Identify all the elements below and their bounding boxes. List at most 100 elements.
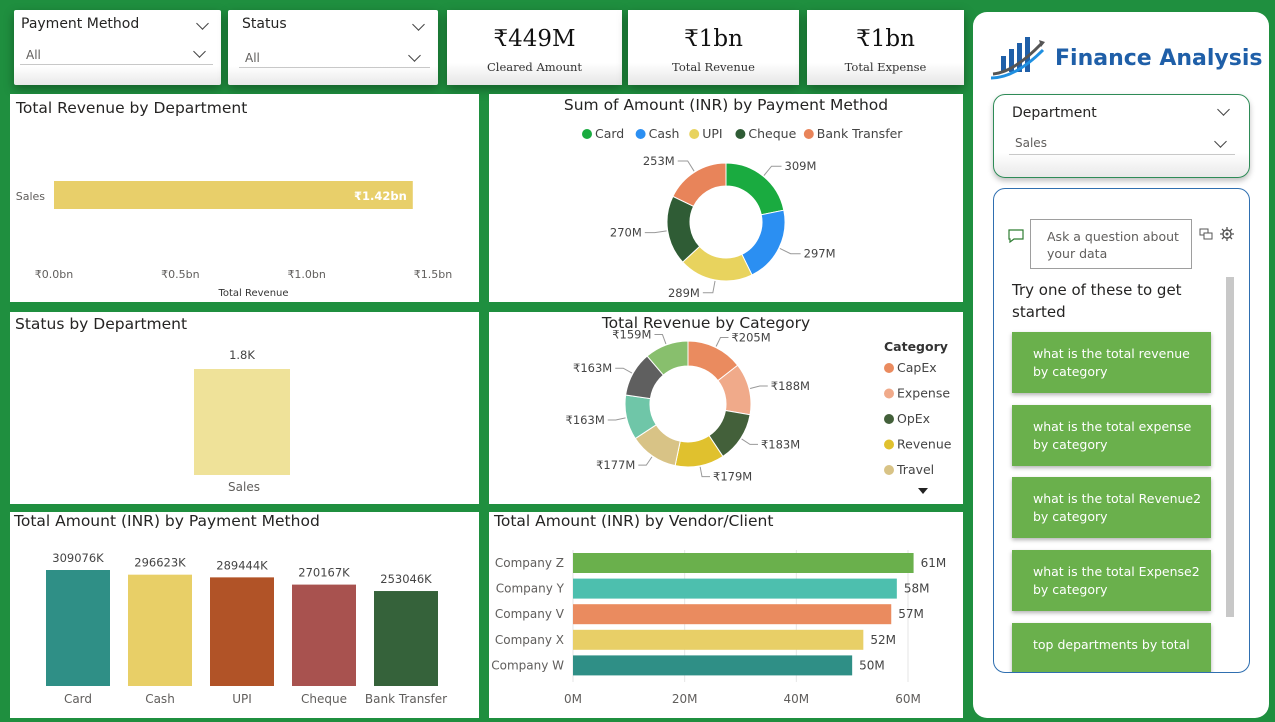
x-tick-label: 20M [672, 692, 698, 706]
legend-label: Revenue [897, 437, 952, 452]
gear-icon[interactable] [1220, 227, 1234, 241]
data-label: 52M [870, 633, 896, 647]
leader-line [702, 280, 716, 294]
chart-canvas: 1.8K Sales [194, 348, 290, 494]
chevron-down-icon[interactable] [196, 17, 209, 30]
data-label: ₹1.42bn [354, 189, 407, 203]
kpi-total-expense: ₹1bn Total Expense [807, 10, 964, 85]
chat-icon [1008, 229, 1024, 243]
data-label: 270167K [298, 566, 350, 580]
suggestion-button[interactable]: top departments by total [1012, 623, 1211, 672]
chart-title: Status by Department [15, 315, 188, 333]
legend-marker [803, 129, 814, 139]
qa-question-input[interactable]: Ask a question about your data [1030, 219, 1192, 269]
chevron-down-icon[interactable] [1217, 103, 1230, 116]
data-label: 289444K [216, 558, 268, 572]
data-label: 61M [921, 556, 947, 570]
qa-placeholder-line: your data [1047, 246, 1108, 261]
status-slicer-label: Status [242, 16, 287, 32]
scrollbar[interactable] [1226, 277, 1234, 617]
donut-slice [672, 162, 727, 208]
chart-status-by-department[interactable]: Status by Department 1.8K Sales [10, 312, 479, 504]
convert-visual-icon[interactable] [1199, 227, 1213, 241]
y-category-label: Company V [495, 607, 565, 621]
x-tick-label: 40M [784, 692, 810, 706]
department-dropdown[interactable]: Sales [1009, 133, 1235, 155]
x-tick-label: ₹0.5bn [161, 268, 199, 281]
y-category-label: Company Y [496, 582, 565, 596]
y-category-label: Company W [491, 658, 564, 672]
legend-scroll-down-icon [918, 488, 928, 494]
leader-line [741, 438, 758, 445]
qa-visual: Ask a question about your data Try one o… [993, 188, 1250, 673]
chart-amount-by-payment-donut[interactable]: Sum of Amount (INR) by Payment Method Ca… [489, 94, 963, 302]
chart-revenue-by-category[interactable]: Total Revenue by Category ₹205M ₹188M ₹183… [489, 312, 963, 504]
suggestion-line: by category [1033, 509, 1108, 524]
chart-canvas: 0M 20M 40M 60M Company Z 61M Company Y 58M Compa… [491, 550, 947, 706]
suggestion-line: what is the total revenue [1033, 346, 1190, 361]
suggestion-button[interactable]: what is the total Expense2 by category [1012, 550, 1211, 611]
payment-method-slicer[interactable]: Payment Method All [14, 10, 221, 85]
legend-marker [635, 129, 646, 139]
kpi-cleared-amount: ₹449M Cleared Amount [447, 10, 622, 85]
department-slicer-label: Department [1012, 105, 1097, 121]
legend-marker [689, 129, 700, 139]
chart-canvas: ₹205M₹188M₹183M₹179M₹177M₹163M₹163M₹159M… [566, 328, 952, 494]
kpi-label: Cleared Amount [486, 60, 583, 74]
status-slicer[interactable]: Status All [228, 10, 438, 85]
leader-line [644, 230, 667, 234]
chart-canvas: Card Cash UPI Cheque Bank Transfer 309M 297M 28… [582, 126, 903, 300]
data-label: 309076K [52, 551, 104, 565]
app-title: Finance Analysis [1055, 46, 1263, 71]
bar [573, 604, 892, 625]
x-category-label: Cheque [301, 692, 347, 706]
chart-amount-by-payment-bar[interactable]: Total Amount (INR) by Payment Method 309… [10, 512, 479, 718]
chart-title: Total Revenue by Department [16, 99, 248, 117]
data-label: ₹163M [573, 361, 612, 375]
chevron-down-icon[interactable] [412, 18, 425, 31]
leader-line [763, 165, 782, 176]
chart-title: Sum of Amount (INR) by Payment Method [563, 96, 889, 114]
suggestion-line: top departments by total [1033, 637, 1190, 652]
legend-marker [884, 439, 894, 450]
suggestion-line: what is the total Revenue2 [1033, 491, 1202, 506]
chart-title: Total Amount (INR) by Payment Method [14, 512, 320, 530]
y-category-label: Sales [16, 190, 46, 203]
leader-line [715, 337, 729, 347]
data-label: 309M [785, 159, 817, 173]
data-label: ₹179M [713, 470, 752, 484]
suggestion-button[interactable]: what is the total expense by category [1012, 405, 1211, 466]
x-tick-label: ₹1.0bn [287, 268, 325, 281]
data-label: 253M [643, 154, 675, 168]
legend-label: CapEx [897, 360, 937, 375]
status-dropdown[interactable]: All [239, 46, 430, 68]
department-slicer[interactable]: Department Sales [993, 94, 1250, 178]
payment-method-slicer-label: Payment Method [21, 16, 140, 32]
qa-hint-line: Try one of these to get [1012, 281, 1182, 299]
kpi-total-revenue: ₹1bn Total Revenue [628, 10, 799, 85]
suggestion-line: by category [1033, 437, 1108, 452]
y-category-label: Company Z [495, 556, 564, 570]
data-label: 50M [859, 658, 885, 672]
data-label: 1.8K [229, 348, 255, 362]
suggestion-line: what is the total Expense2 [1033, 564, 1200, 579]
legend-label: OpEx [897, 411, 930, 426]
qa-placeholder-line: Ask a question about [1047, 229, 1179, 244]
legend-label: Travel [896, 462, 934, 477]
data-label: ₹177M [596, 458, 635, 472]
bar [210, 577, 274, 686]
chart-revenue-by-department[interactable]: Total Revenue by Department ₹0.0bn ₹0.5bn… [10, 94, 479, 302]
x-category-label: Cash [145, 692, 175, 706]
chart-canvas: 309076K Card 296623K Cash 289444K UPI 270167K C… [46, 551, 447, 706]
chart-amount-by-vendor[interactable]: Total Amount (INR) by Vendor/Client 0M 20… [489, 512, 963, 718]
legend-label: UPI [702, 126, 722, 141]
suggestion-button[interactable]: what is the total revenue by category [1012, 332, 1211, 393]
finance-logo-icon [990, 37, 1045, 80]
x-axis-title: Total Revenue [217, 288, 288, 299]
leader-line [638, 456, 653, 466]
payment-method-dropdown[interactable]: All [20, 43, 213, 65]
suggestion-button[interactable]: what is the total Revenue2 by category [1012, 477, 1211, 538]
data-label: ₹205M [731, 331, 770, 345]
bar [194, 369, 290, 475]
legend-marker [884, 465, 894, 475]
